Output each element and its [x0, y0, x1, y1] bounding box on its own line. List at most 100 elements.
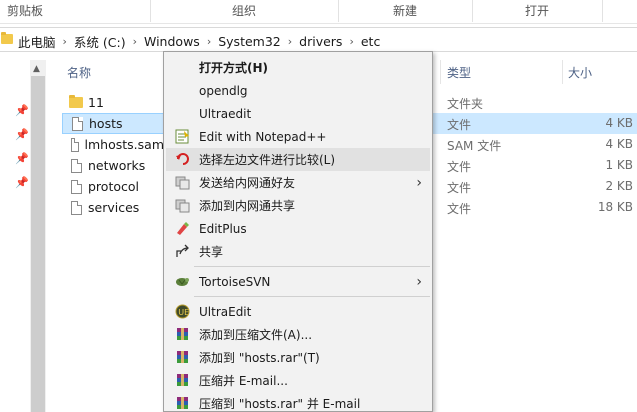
pin-icon[interactable]: 📌 [15, 176, 29, 189]
notepad-plus-plus-icon [174, 129, 190, 145]
menu-item-add-archive[interactable]: 添加到压缩文件(A)... [166, 323, 430, 346]
scrollbar-thumb[interactable] [31, 76, 45, 412]
winrar-icon [174, 396, 190, 412]
ribbon-group-organize: 组织 [231, 4, 256, 18]
column-header-name[interactable]: 名称 [67, 64, 91, 81]
menu-item-ultraedit[interactable]: UE UltraEdit [166, 300, 430, 323]
breadcrumb-this-pc[interactable]: 此电脑 [18, 32, 56, 51]
list-item[interactable]: services [62, 197, 164, 218]
column-divider[interactable] [562, 60, 563, 84]
menu-item-label: 打开方式(H) [199, 61, 269, 75]
menu-item-compress-hosts-email[interactable]: 压缩到 "hosts.rar" 并 E-mail [166, 392, 430, 412]
ribbon-divider [602, 0, 603, 22]
chevron-right-icon: › [416, 174, 422, 191]
chevron-right-icon[interactable]: › [349, 35, 353, 48]
column-header-type[interactable]: 类型 [447, 64, 471, 81]
list-item[interactable]: lmhosts.sam [62, 134, 164, 155]
context-menu: 打开方式(H) opendlg Ultraedit Edit with Note… [163, 51, 433, 412]
breadcrumb-system-c[interactable]: 系统 (C:) [74, 32, 126, 51]
ultraedit-icon: UE [174, 304, 190, 320]
file-name: services [88, 200, 140, 215]
address-bar[interactable]: 此电脑 › 系统 (C:) › Windows › System32 › dri… [0, 27, 637, 52]
menu-item-edit-notepad[interactable]: Edit with Notepad++ [166, 125, 430, 148]
file-icon [72, 116, 83, 131]
list-item[interactable]: networks [62, 155, 164, 176]
winrar-icon [174, 350, 190, 366]
menu-item-label: 压缩并 E-mail... [199, 374, 288, 388]
chevron-right-icon[interactable]: › [63, 35, 67, 48]
winrar-icon [174, 373, 190, 389]
menu-item-label: 添加到压缩文件(A)... [199, 328, 313, 342]
menu-item-compare-left[interactable]: 选择左边文件进行比较(L) [166, 148, 430, 171]
winrar-icon [174, 327, 190, 343]
undo-arrow-icon [174, 152, 190, 168]
pin-icon[interactable]: 📌 [15, 152, 29, 165]
menu-item-compress-email[interactable]: 压缩并 E-mail... [166, 369, 430, 392]
file-type: 文件夹 [447, 97, 484, 111]
share-icon [174, 244, 190, 260]
menu-item-label: Ultraedit [199, 106, 252, 121]
lan-messenger-icon [174, 175, 190, 191]
folder-icon [69, 95, 83, 108]
file-icon [71, 158, 82, 173]
file-type: SAM 文件 [447, 139, 502, 153]
menu-item-send-lan-friend[interactable]: 发送给内网通好友 › [166, 171, 430, 194]
lan-share-icon [174, 198, 190, 214]
menu-item-opendlg[interactable]: opendlg [166, 79, 430, 102]
menu-item-label: 添加到 "hosts.rar"(T) [199, 351, 320, 365]
chevron-right-icon[interactable]: › [207, 35, 211, 48]
column-header-size[interactable]: 大小 [568, 64, 592, 81]
chevron-right-icon[interactable]: › [288, 35, 292, 48]
breadcrumb-drivers[interactable]: drivers [299, 34, 342, 49]
ribbon-group-open: 打开 [524, 4, 549, 18]
file-type: 文件 [447, 202, 472, 216]
menu-item-label: TortoiseSVN [199, 274, 271, 289]
file-size: 18 KB [597, 200, 633, 214]
menu-item-add-hosts-rar[interactable]: 添加到 "hosts.rar"(T) [166, 346, 430, 369]
menu-item-label: 共享 [199, 245, 224, 259]
nav-scrollbar[interactable]: ▲ [30, 60, 46, 412]
menu-item-label: 选择左边文件进行比较(L) [199, 153, 336, 167]
menu-item-ultraedit-lower[interactable]: Ultraedit [166, 102, 430, 125]
ribbon-group-new: 新建 [392, 4, 417, 18]
chevron-right-icon: › [416, 273, 422, 290]
column-divider[interactable] [440, 60, 441, 84]
pin-icon[interactable]: 📌 [15, 104, 29, 117]
menu-separator [194, 296, 430, 297]
menu-item-label: 添加到内网通共享 [199, 199, 296, 213]
list-item-selected[interactable]: hosts [62, 113, 164, 134]
breadcrumb-windows[interactable]: Windows [144, 34, 200, 49]
tortoisesvn-icon [174, 274, 190, 290]
file-name: lmhosts.sam [84, 137, 164, 152]
menu-item-share[interactable]: 共享 [166, 240, 430, 263]
file-icon [71, 179, 82, 194]
menu-item-tortoisesvn[interactable]: TortoiseSVN › [166, 270, 430, 293]
file-name: 11 [88, 95, 104, 110]
scroll-up-icon[interactable]: ▲ [33, 64, 40, 74]
file-name: hosts [89, 116, 123, 131]
file-name: protocol [88, 179, 139, 194]
list-item[interactable]: protocol [62, 176, 164, 197]
menu-item-add-lan-share[interactable]: 添加到内网通共享 [166, 194, 430, 217]
pin-icon[interactable]: 📌 [15, 128, 29, 141]
file-name: networks [88, 158, 146, 173]
editplus-icon [174, 221, 190, 237]
menu-item-label: opendlg [199, 83, 248, 98]
menu-item-label: UltraEdit [199, 304, 252, 319]
breadcrumb-etc[interactable]: etc [361, 34, 380, 49]
chevron-right-icon[interactable]: › [133, 35, 137, 48]
menu-item-label: Edit with Notepad++ [199, 129, 327, 144]
menu-item-label: EditPlus [199, 221, 247, 236]
file-size: 4 KB [605, 137, 633, 151]
file-size: 1 KB [605, 158, 633, 172]
menu-item-label: 压缩到 "hosts.rar" 并 E-mail [199, 397, 361, 411]
list-item[interactable]: 11 [62, 92, 164, 113]
ribbon-group-clipboard: 剪贴板 [6, 4, 43, 18]
breadcrumb-system32[interactable]: System32 [218, 34, 281, 49]
menu-item-open-with[interactable]: 打开方式(H) [166, 56, 430, 79]
menu-separator [194, 266, 430, 267]
menu-item-editplus[interactable]: EditPlus [166, 217, 430, 240]
file-type: 文件 [447, 181, 472, 195]
ribbon-group-labels: 剪贴板 组织 新建 打开 [0, 0, 637, 24]
breadcrumb: 此电脑 › 系统 (C:) › Windows › System32 › dri… [18, 32, 380, 51]
